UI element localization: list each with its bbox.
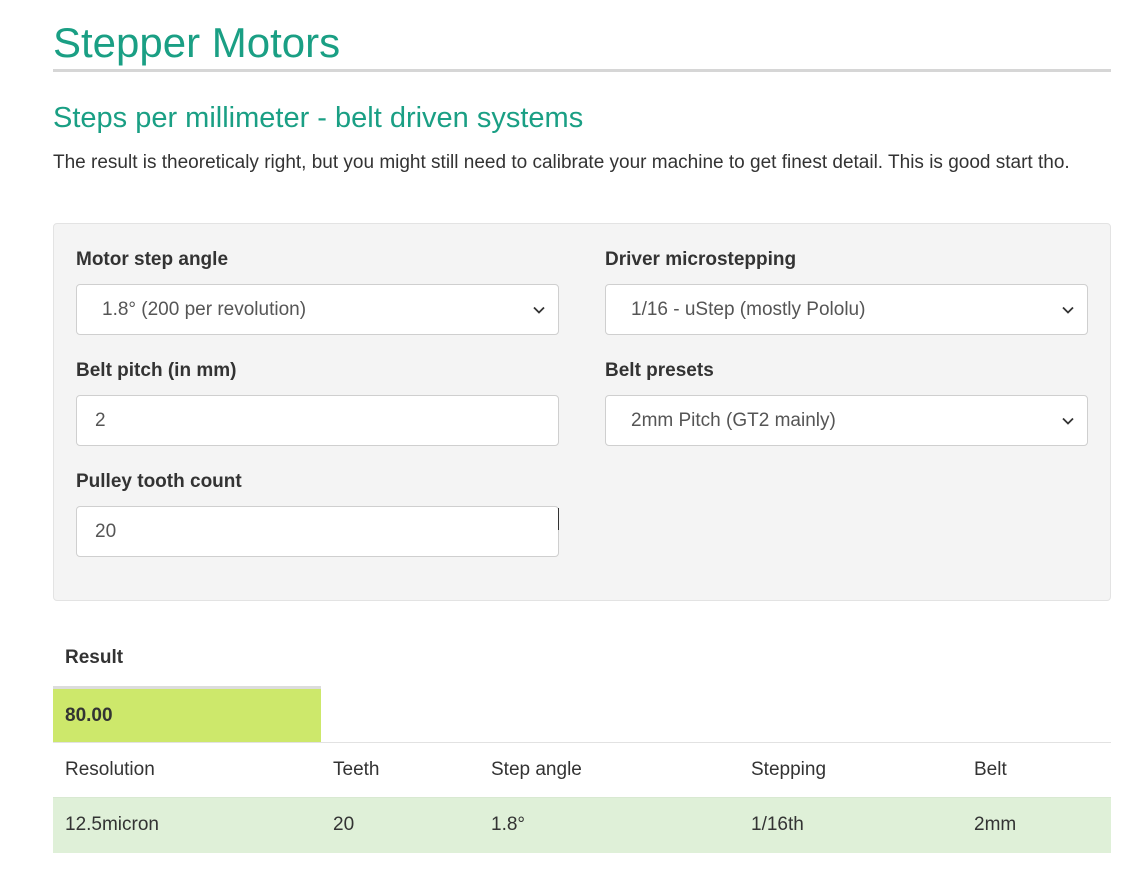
- belt-presets-value: 2mm Pitch (GT2 mainly): [631, 410, 836, 431]
- cell-teeth: 20: [333, 814, 355, 836]
- section-title: Steps per millimeter - belt driven syste…: [53, 102, 584, 134]
- pulley-tooth-count-value: 20: [95, 521, 117, 542]
- column-header-step-angle: Step angle: [491, 759, 582, 780]
- belt-pitch-label: Belt pitch (in mm): [76, 360, 237, 381]
- belt-pitch-value: 2: [95, 410, 106, 431]
- belt-pitch-field: Belt pitch (in mm) 2: [76, 359, 559, 446]
- column-header-resolution: Resolution: [65, 759, 155, 780]
- cell-resolution: 12.5micron: [65, 814, 159, 836]
- belt-presets-field: Belt presets 2mm Pitch (GT2 mainly): [605, 359, 1088, 446]
- chevron-down-icon: [532, 303, 546, 317]
- result-details-table: Resolution Teeth Step angle Stepping Bel…: [53, 742, 1111, 853]
- belt-presets-label: Belt presets: [605, 360, 714, 381]
- column-header-belt: Belt: [974, 759, 1007, 780]
- cell-step-angle: 1.8°: [491, 814, 526, 836]
- page: Stepper Motors Steps per millimeter - be…: [0, 0, 1141, 874]
- driver-microstepping-value: 1/16 - uStep (mostly Pololu): [631, 299, 866, 320]
- belt-pitch-input[interactable]: 2: [76, 395, 559, 446]
- text-cursor: [558, 508, 559, 530]
- pulley-tooth-count-label: Pulley tooth count: [76, 471, 242, 492]
- driver-microstepping-field: Driver microstepping 1/16 - uStep (mostl…: [605, 248, 1088, 335]
- calculator-form-panel: Motor step angle 1.8° (200 per revolutio…: [53, 223, 1111, 601]
- column-header-stepping: Stepping: [751, 759, 827, 780]
- driver-microstepping-select[interactable]: 1/16 - uStep (mostly Pololu): [605, 284, 1088, 335]
- belt-presets-select[interactable]: 2mm Pitch (GT2 mainly): [605, 395, 1088, 446]
- chevron-down-icon: [1061, 303, 1075, 317]
- description-text: The result is theoreticaly right, but yo…: [53, 152, 1070, 173]
- chevron-down-icon: [1061, 414, 1075, 428]
- pulley-tooth-count-input[interactable]: 20: [76, 506, 559, 557]
- driver-microstepping-label: Driver microstepping: [605, 249, 797, 270]
- table-header-row: Resolution Teeth Step angle Stepping Bel…: [53, 742, 1111, 798]
- page-title: Stepper Motors: [53, 18, 1111, 72]
- cell-belt: 2mm: [974, 814, 1017, 836]
- table-row: 12.5micron 20 1.8° 1/16th 2mm: [53, 797, 1111, 853]
- motor-step-angle-value: 1.8° (200 per revolution): [102, 299, 307, 320]
- column-header-teeth: Teeth: [333, 759, 380, 780]
- result-value: 80.00: [53, 686, 321, 742]
- pulley-tooth-count-field: Pulley tooth count 20: [76, 470, 559, 557]
- motor-step-angle-label: Motor step angle: [76, 249, 229, 270]
- result-heading: Result: [65, 647, 124, 668]
- motor-step-angle-select[interactable]: 1.8° (200 per revolution): [76, 284, 559, 335]
- motor-step-angle-field: Motor step angle 1.8° (200 per revolutio…: [76, 248, 559, 335]
- cell-stepping: 1/16th: [751, 814, 804, 836]
